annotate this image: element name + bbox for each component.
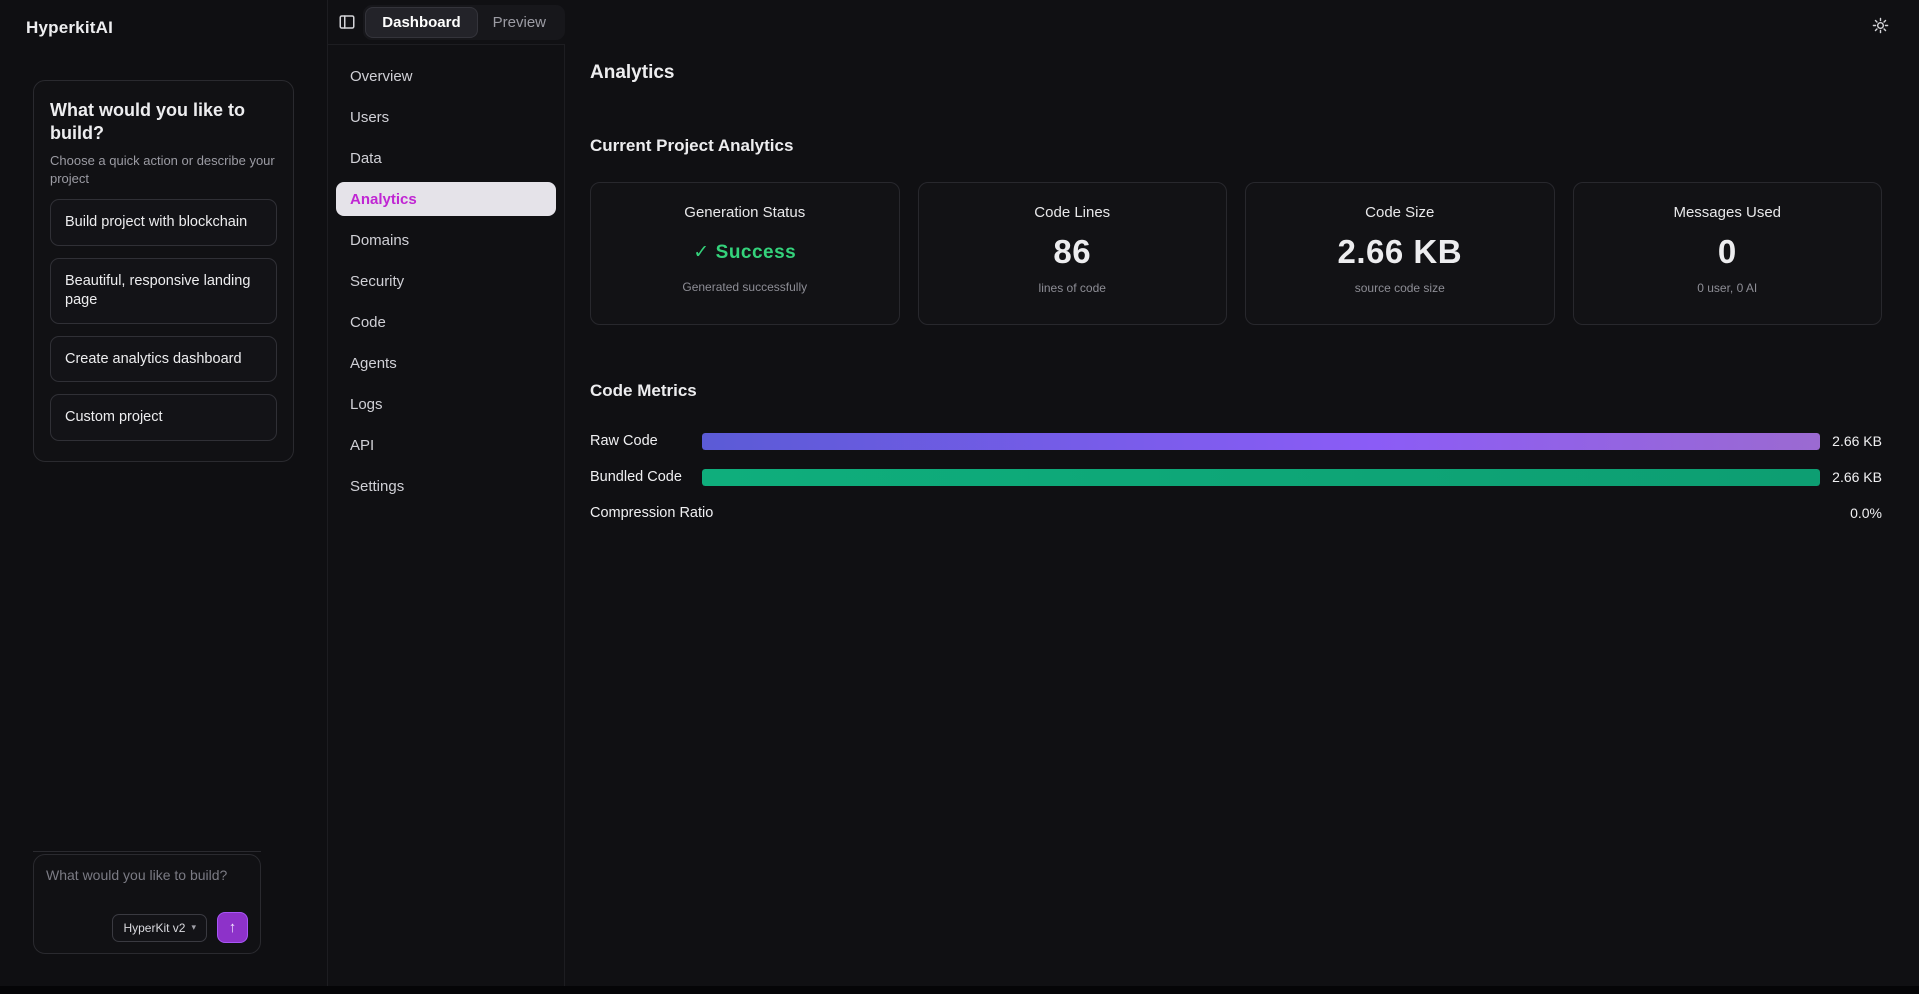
nav-item-agents[interactable]: Agents — [336, 346, 556, 380]
composer-divider — [33, 851, 261, 852]
metric-value: 2.66 KB — [1820, 433, 1882, 449]
nav-item-logs[interactable]: Logs — [336, 387, 556, 421]
prompt-composer: HyperKit v2 ▾ ↑ — [33, 854, 261, 954]
tab-preview[interactable]: Preview — [477, 8, 562, 37]
stat-card-title: Generation Status — [591, 204, 899, 221]
bundled-code-bar-track — [702, 469, 1820, 486]
composer-controls: HyperKit v2 ▾ ↑ — [112, 912, 248, 943]
stat-card-code-lines: Code Lines 86 lines of code — [918, 182, 1228, 325]
stat-card-subtitle: 0 user, 0 AI — [1574, 281, 1882, 295]
nav-item-analytics[interactable]: Analytics — [336, 182, 556, 216]
send-button[interactable]: ↑ — [217, 912, 248, 943]
view-tabs: Dashboard Preview — [363, 5, 565, 40]
bundled-code-bar-fill — [702, 469, 1820, 486]
quick-action-analytics-dashboard[interactable]: Create analytics dashboard — [50, 336, 277, 383]
page-title: Analytics — [590, 62, 1882, 84]
stat-card-value: ✓Success — [591, 241, 899, 264]
model-select-label: HyperKit v2 — [123, 921, 185, 935]
quick-action-custom-project[interactable]: Custom project — [50, 394, 277, 441]
theme-toggle-button[interactable] — [1863, 8, 1897, 42]
sun-icon — [1872, 17, 1889, 34]
nav-panel: Overview Users Data Analytics Domains Se… — [328, 44, 565, 986]
nav-item-api[interactable]: API — [336, 428, 556, 462]
panel-left-icon — [338, 13, 356, 31]
nav-item-overview[interactable]: Overview — [336, 59, 556, 93]
dashboard-nav-column: Dashboard Preview Overview Users Data An… — [327, 0, 565, 986]
left-sidebar: HyperkitAI What would you like to build?… — [0, 0, 327, 986]
prompt-input[interactable] — [46, 867, 248, 883]
metric-label: Compression Ratio — [590, 505, 713, 521]
stat-card-subtitle: lines of code — [919, 281, 1227, 295]
quick-action-blockchain[interactable]: Build project with blockchain — [50, 199, 277, 246]
section-current-project-analytics: Current Project Analytics — [590, 136, 1882, 156]
main-content: Analytics Current Project Analytics Gene… — [565, 0, 1919, 986]
quick-build-subheading: Choose a quick action or describe your p… — [50, 152, 277, 187]
stat-card-subtitle: Generated successfully — [591, 280, 899, 294]
metric-row-bundled-code: Bundled Code 2.66 KB — [590, 465, 1882, 489]
stat-card-value: 0 — [1574, 233, 1882, 271]
app-title: HyperkitAI — [0, 18, 327, 38]
stat-card-code-size: Code Size 2.66 KB source code size — [1245, 182, 1555, 325]
stat-cards-row: Generation Status ✓Success Generated suc… — [590, 182, 1882, 325]
raw-code-bar-track — [702, 433, 1820, 450]
section-code-metrics: Code Metrics — [590, 381, 1882, 401]
stat-card-generation-status: Generation Status ✓Success Generated suc… — [590, 182, 900, 325]
check-icon: ✓ — [693, 242, 709, 263]
stat-card-title: Code Lines — [919, 204, 1227, 221]
nav-item-settings[interactable]: Settings — [336, 469, 556, 503]
nav-item-domains[interactable]: Domains — [336, 223, 556, 257]
quick-build-heading: What would you like to build? — [50, 99, 277, 144]
metric-value: 0.0% — [1820, 505, 1882, 521]
sidebar-toggle-button[interactable] — [336, 6, 357, 38]
stat-card-title: Code Size — [1246, 204, 1554, 221]
bottom-edge-strip — [0, 986, 1919, 994]
nav-topbar: Dashboard Preview — [328, 0, 565, 44]
nav-item-users[interactable]: Users — [336, 100, 556, 134]
stat-card-messages-used: Messages Used 0 0 user, 0 AI — [1573, 182, 1883, 325]
quick-build-card: What would you like to build? Choose a q… — [33, 80, 294, 462]
nav-item-code[interactable]: Code — [336, 305, 556, 339]
stat-card-subtitle: source code size — [1246, 281, 1554, 295]
raw-code-bar-fill — [702, 433, 1820, 450]
nav-item-security[interactable]: Security — [336, 264, 556, 298]
tab-dashboard[interactable]: Dashboard — [366, 8, 476, 37]
metric-row-compression-ratio: Compression Ratio 0.0% — [590, 501, 1882, 525]
stat-card-title: Messages Used — [1574, 204, 1882, 221]
stat-card-value: 86 — [919, 233, 1227, 271]
metric-label: Raw Code — [590, 433, 702, 449]
chevron-down-icon: ▾ — [191, 922, 196, 933]
quick-action-landing-page[interactable]: Beautiful, responsive landing page — [50, 258, 277, 324]
code-metric-rows: Raw Code 2.66 KB Bundled Code 2.66 KB Co… — [590, 429, 1882, 525]
model-select-button[interactable]: HyperKit v2 ▾ — [112, 914, 207, 942]
metric-row-raw-code: Raw Code 2.66 KB — [590, 429, 1882, 453]
arrow-up-icon: ↑ — [229, 919, 237, 936]
metric-label: Bundled Code — [590, 469, 702, 485]
metric-value: 2.66 KB — [1820, 469, 1882, 485]
nav-item-data[interactable]: Data — [336, 141, 556, 175]
stat-card-value: 2.66 KB — [1246, 233, 1554, 271]
